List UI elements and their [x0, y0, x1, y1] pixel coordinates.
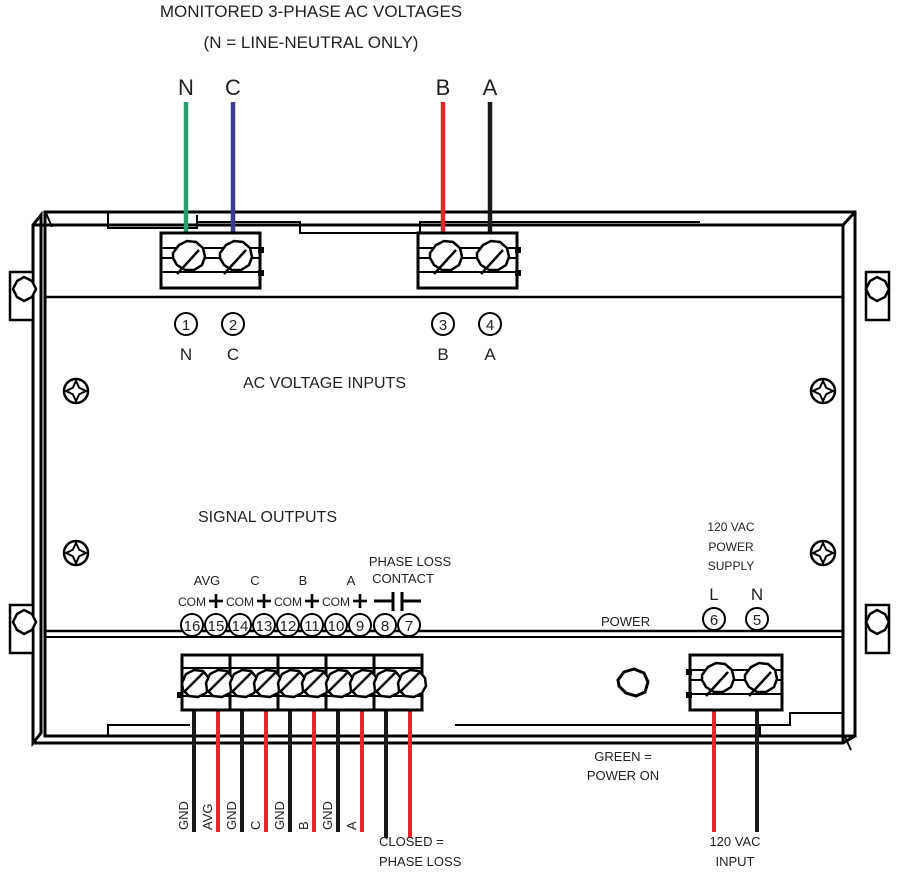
power-led-label: POWER [601, 614, 650, 629]
signal-output-wire-label-avg-1: AVG [200, 804, 215, 831]
signal-terminal-number-10: 10 [328, 618, 345, 635]
phase-loss-contact-label-line2: CONTACT [372, 571, 434, 586]
ac-input-terminal-group: 1 N 2 C 3 B 4 A [174, 312, 502, 364]
power-led-note-line1: GREEN = [594, 749, 651, 764]
signal-output-wire-label-b-5: B [296, 821, 311, 830]
ac-terminal-number-4: 4 [486, 317, 494, 334]
power-supply-terminal-group: L 6 N 5 [702, 585, 769, 631]
phase-loss-note-line1: CLOSED = [379, 834, 444, 849]
phase-loss-note-line2: PHASE LOSS [379, 854, 462, 869]
diagram-title-line2: (N = LINE-NEUTRAL ONLY) [204, 33, 419, 52]
signal-terminal-number-15: 15 [208, 618, 225, 635]
panel-screw-top-left [62, 377, 90, 405]
ac-terminal-label-4: A [484, 345, 496, 364]
power-led-note-line2: POWER ON [587, 768, 659, 783]
power-terminal-number-6: 6 [710, 612, 718, 629]
signal-polarity-plus-15 [209, 594, 223, 608]
ac-terminal-number-1: 1 [182, 317, 190, 334]
signal-terminal-number-7: 7 [405, 618, 413, 635]
signal-terminal-number-13: 13 [256, 618, 273, 635]
ac-voltage-inputs-label: AC VOLTAGE INPUTS [243, 375, 406, 392]
ac-phase-letter-c: C [225, 75, 241, 100]
wiring-diagram: MONITORED 3-PHASE AC VOLTAGES (N = LINE-… [0, 0, 900, 873]
panel-screw-bottom-right [809, 539, 837, 567]
ac-terminal-number-2: 2 [229, 317, 237, 334]
signal-polarity-com-12: COM [274, 595, 302, 609]
terminal-block-ac-ba[interactable] [416, 231, 521, 290]
ac-phase-letter-b: B [436, 75, 451, 100]
mounting-flange-bottom-left [8, 603, 38, 655]
power-input-note-line2: INPUT [716, 854, 755, 869]
power-supply-title-line1: 120 VAC [707, 520, 754, 534]
mounting-flange-bottom-right [864, 603, 891, 655]
signal-polarity-plus-9 [353, 594, 367, 608]
ac-phase-letter-a: A [483, 75, 498, 100]
signal-output-wire-label-gnd-4: GND [272, 801, 287, 830]
signal-outputs-label: SIGNAL OUTPUTS [198, 509, 337, 526]
phase-loss-contact-label-line1: PHASE LOSS [369, 554, 452, 569]
ac-terminal-label-1: N [180, 345, 192, 364]
mounting-flange-top-left [8, 270, 38, 322]
signal-output-wire-label-gnd-6: GND [320, 801, 335, 830]
panel-screw-bottom-left [62, 539, 90, 567]
signal-output-wire-label-a-7: A [344, 821, 359, 830]
ac-terminal-number-3: 3 [439, 317, 447, 334]
power-terminal-label-5: N [751, 585, 763, 604]
signal-terminal-number-9: 9 [356, 618, 364, 635]
screw-terminal-7[interactable] [396, 668, 428, 699]
relay-contact-icon [374, 592, 421, 611]
signal-group-label-avg: AVG [194, 573, 221, 588]
signal-group-label-a: A [347, 573, 356, 588]
ac-terminal-label-3: B [437, 345, 448, 364]
power-terminal-label-6: L [709, 585, 718, 604]
signal-output-wire-label-c-3: C [248, 821, 263, 830]
signal-terminal-number-16: 16 [184, 618, 201, 635]
signal-polarity-plus-11 [305, 594, 319, 608]
signal-terminal-number-14: 14 [232, 618, 249, 635]
signal-group-label-group: AVG C B A [194, 573, 356, 588]
panel-screw-top-right [809, 377, 837, 405]
signal-terminal-number-12: 12 [280, 618, 297, 635]
terminal-block-power-supply[interactable] [686, 653, 784, 712]
terminal-block-signal-outputs[interactable] [177, 653, 428, 712]
power-supply-title-line3: SUPPLY [708, 559, 754, 573]
signal-group-label-b: B [299, 573, 308, 588]
signal-polarity-com-14: COM [226, 595, 254, 609]
signal-polarity-com-16: COM [178, 595, 206, 609]
signal-polarity-com-10: COM [322, 595, 350, 609]
signal-output-wire-label-gnd-2: GND [224, 801, 239, 830]
ac-phase-letter-n: N [178, 75, 194, 100]
terminal-block-ac-nc[interactable] [159, 231, 264, 290]
signal-group-label-c: C [250, 573, 259, 588]
signal-terminal-number-8: 8 [381, 618, 389, 635]
ac-phase-letter-group: NCBA [178, 75, 498, 100]
mounting-flange-top-right [864, 270, 891, 322]
signal-terminal-number-11: 11 [304, 618, 320, 635]
diagram-title-line1: MONITORED 3-PHASE AC VOLTAGES [160, 2, 462, 21]
signal-output-wire-label-gnd-0: GND [176, 801, 191, 830]
power-input-note-line1: 120 VAC [709, 834, 760, 849]
signal-polarity-plus-13 [257, 594, 271, 608]
ac-terminal-label-2: C [227, 345, 239, 364]
power-led-indicator [616, 667, 650, 698]
power-terminal-number-5: 5 [753, 612, 761, 629]
power-supply-title-line2: POWER [708, 540, 754, 554]
